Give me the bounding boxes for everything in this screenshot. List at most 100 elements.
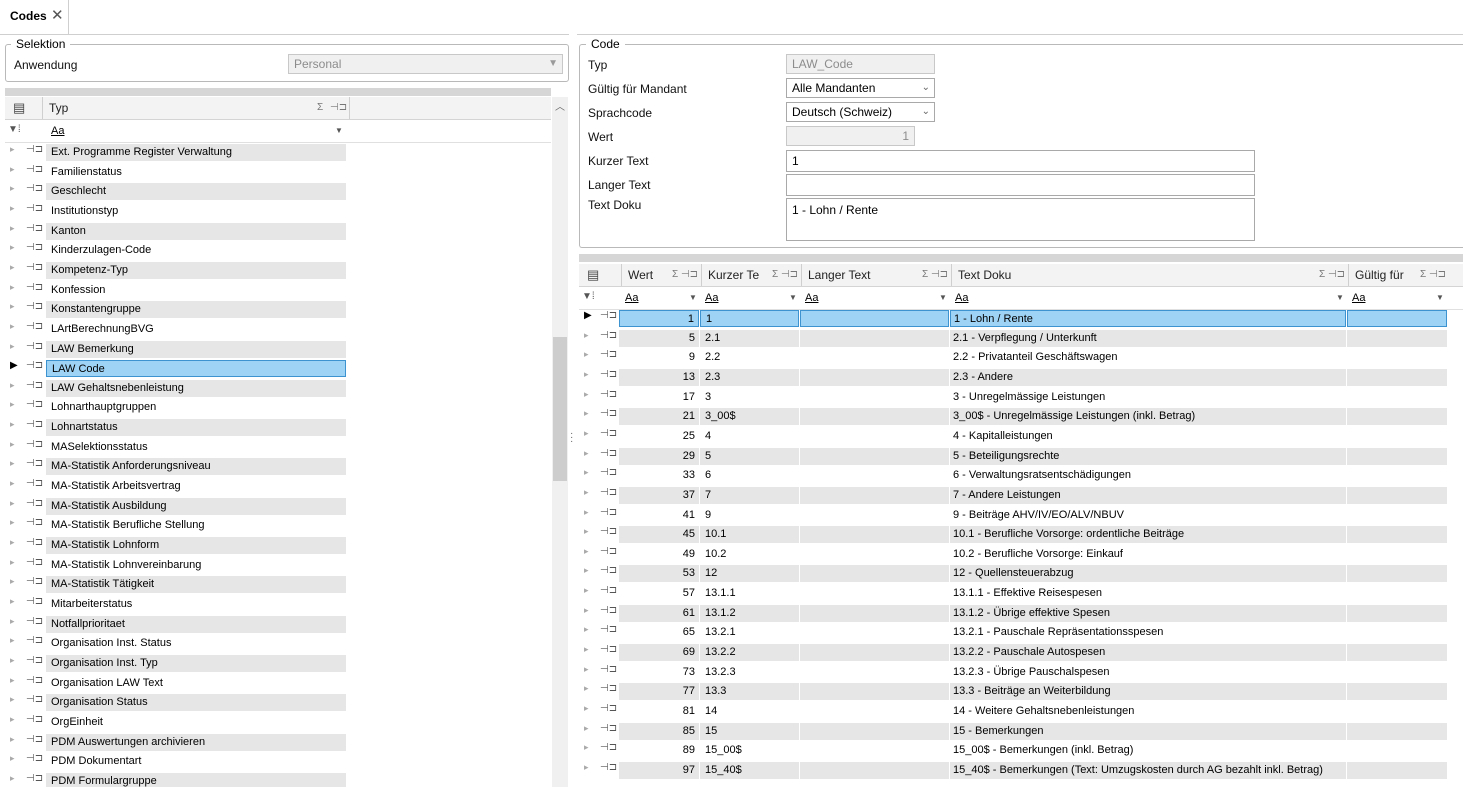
langer-text-cell[interactable] [800, 408, 949, 426]
pin-icon[interactable]: ⊣⊐ [26, 458, 43, 469]
gueltig-fuer-cell[interactable] [1347, 329, 1447, 347]
sigma-icon[interactable]: Σ ⊣⊐ [772, 264, 798, 286]
table-row[interactable]: ▸ ⊣⊐ 81 14 14 - Weitere Gehaltsnebenleistung… [579, 702, 1463, 722]
gueltig-fuer-cell[interactable] [1347, 761, 1447, 779]
typ-cell[interactable]: Ext. Programme Register Verwaltung [46, 144, 346, 161]
table-row[interactable]: ▸ ⊣⊐ 37 7 7 - Andere Leistungen [579, 486, 1463, 506]
langer-text-cell[interactable] [800, 761, 949, 779]
wert-cell[interactable]: 53 [619, 565, 699, 583]
table-row[interactable]: ▸ ⊣⊐ PDM Formulargruppe [5, 772, 551, 787]
kurzer-text-cell[interactable]: 14 [700, 703, 799, 720]
wert-cell[interactable]: 21 [619, 408, 699, 426]
mandant-select[interactable]: Alle Mandanten ⌄ [786, 78, 935, 98]
pin-icon[interactable]: ⊣⊐ [600, 408, 617, 419]
table-row[interactable]: ▸ ⊣⊐ Ext. Programme Register Verwaltung [5, 143, 551, 163]
kurzer-text-cell[interactable]: 7 [700, 486, 799, 504]
langer-text-cell[interactable] [800, 349, 949, 367]
kurzer-text-cell[interactable]: 12 [700, 565, 799, 583]
pin-icon[interactable]: ⊣⊐ [26, 144, 43, 155]
kurzer-text-cell[interactable]: 13.1.1 [700, 585, 799, 603]
langer-text-cell[interactable] [800, 526, 949, 544]
pin-icon[interactable]: ⊣⊐ [26, 360, 43, 371]
kurzer-text-cell[interactable]: 10.1 [700, 526, 799, 544]
typ-cell[interactable]: LAW Code [46, 360, 346, 378]
wert-cell[interactable]: 37 [619, 486, 699, 504]
pin-icon[interactable]: ⊣⊐ [26, 242, 43, 253]
typ-cell[interactable]: Kompetenz-Typ [46, 261, 346, 279]
wert-cell[interactable]: 25 [619, 427, 699, 445]
kurzer-text-cell[interactable]: 13.1.2 [700, 604, 799, 622]
wert-cell[interactable]: 9 [619, 349, 699, 367]
wert-cell[interactable]: 5 [619, 329, 699, 347]
wert-filter-input[interactable]: Aa ▼ [621, 290, 699, 306]
table-row[interactable]: ▸ ⊣⊐ MA-Statistik Lohnvereinbarung [5, 556, 551, 576]
tab-codes[interactable]: Codes ✕ [0, 0, 69, 34]
table-row[interactable]: ▸ ⊣⊐ Lohnarthauptgruppen [5, 398, 551, 418]
pin-icon[interactable]: ⊣⊐ [26, 183, 43, 194]
wert-cell[interactable]: 57 [619, 585, 699, 603]
wert-cell[interactable]: 81 [619, 703, 699, 720]
typ-cell[interactable]: Konstantengruppe [46, 301, 346, 319]
table-row[interactable]: ▸ ⊣⊐ Organisation Status [5, 693, 551, 713]
typ-cell[interactable]: Organisation Inst. Typ [46, 654, 346, 672]
text-doku-cell[interactable]: 2.2 - Privatanteil Geschäftswagen [950, 349, 1346, 367]
pin-icon[interactable]: ⊣⊐ [600, 467, 617, 478]
pin-icon[interactable]: ⊣⊐ [26, 734, 43, 745]
pin-icon[interactable]: ⊣⊐ [26, 223, 43, 234]
table-row[interactable]: ▸ ⊣⊐ Geschlecht [5, 182, 551, 202]
wert-cell[interactable]: 65 [619, 624, 699, 642]
kurz-filter-input[interactable]: Aa ▼ [701, 290, 799, 306]
kurzer-text-cell[interactable]: 5 [700, 447, 799, 465]
gueltig-filter-input[interactable]: Aa ▼ [1348, 290, 1446, 306]
pin-icon[interactable]: ⊣⊐ [600, 389, 617, 400]
wert-cell[interactable]: 41 [619, 506, 699, 524]
gueltig-fuer-cell[interactable] [1347, 388, 1447, 406]
text-doku-cell[interactable]: 13.2.2 - Pauschale Autospesen [950, 644, 1346, 662]
pin-icon[interactable]: ⊣⊐ [600, 703, 617, 714]
kurzer-text-cell[interactable]: 15_40$ [700, 761, 799, 779]
column-chooser-icon[interactable]: ▤ [587, 267, 599, 283]
typ-cell[interactable]: OrgEinheit [46, 713, 346, 731]
table-row[interactable]: ▸ ⊣⊐ Organisation LAW Text [5, 674, 551, 694]
gueltig-fuer-cell[interactable] [1347, 703, 1447, 720]
typ-cell[interactable]: Lohnartstatus [46, 419, 346, 437]
langer-text-cell[interactable] [800, 545, 949, 563]
wert-cell[interactable]: 49 [619, 545, 699, 563]
sigma-icon[interactable]: Σ ⊣⊐ [672, 264, 698, 286]
gueltig-fuer-cell[interactable] [1347, 624, 1447, 642]
langer-text-cell[interactable] [800, 644, 949, 662]
text-doku-cell[interactable]: 5 - Beteiligungsrechte [950, 447, 1346, 465]
text-doku-cell[interactable]: 15_00$ - Bemerkungen (inkl. Betrag) [950, 742, 1346, 760]
table-row[interactable]: ▸ ⊣⊐ 89 15_00$ 15_00$ - Bemerkungen (inkl. B… [579, 741, 1463, 761]
gueltig-fuer-cell[interactable] [1347, 526, 1447, 544]
pin-icon[interactable]: ⊣⊐ [26, 753, 43, 764]
langer-text-cell[interactable] [800, 585, 949, 603]
pin-icon[interactable]: ⊣⊐ [600, 546, 617, 557]
text-doku-cell[interactable]: 1 - Lohn / Rente [950, 310, 1346, 327]
table-row[interactable]: ▸ ⊣⊐ LAW Gehaltsnebenleistung [5, 379, 551, 399]
pin-icon[interactable]: ⊣⊐ [26, 301, 43, 312]
langer-text-cell[interactable] [800, 388, 949, 406]
text-doku-cell[interactable]: 9 - Beiträge AHV/IV/EO/ALV/NBUV [950, 506, 1346, 524]
wert-cell[interactable]: 61 [619, 604, 699, 622]
pin-icon[interactable]: ⊣⊐ [600, 565, 617, 576]
langer-text-cell[interactable] [800, 683, 949, 701]
table-row[interactable]: ▸ ⊣⊐ 53 12 12 - Quellensteuerabzug [579, 564, 1463, 584]
sprachcode-select[interactable]: Deutsch (Schweiz) ⌄ [786, 102, 935, 122]
typ-cell[interactable]: MA-Statistik Berufliche Stellung [46, 517, 346, 535]
text-doku-cell[interactable]: 15_40$ - Bemerkungen (Text: Umzugskosten… [950, 761, 1346, 779]
kurzer-text-cell[interactable]: 13.2.2 [700, 644, 799, 662]
chevron-down-icon[interactable]: ▼ [335, 123, 343, 139]
pin-icon[interactable]: ⊣⊐ [26, 773, 43, 784]
kurzer-text-cell[interactable]: 4 [700, 427, 799, 445]
langer-text-cell[interactable] [800, 565, 949, 583]
kurzer-text-cell[interactable]: 6 [700, 467, 799, 485]
kurzer-text-cell[interactable]: 3_00$ [700, 408, 799, 426]
wert-cell[interactable]: 77 [619, 683, 699, 701]
text-doku-cell[interactable]: 2.1 - Verpflegung / Unterkunft [950, 329, 1346, 347]
filter-icon[interactable]: ▼⁞ [582, 291, 595, 302]
typ-cell[interactable]: MA-Statistik Lohnform [46, 537, 346, 554]
typ-cell[interactable]: Lohnarthauptgruppen [46, 399, 346, 417]
text-doku-textarea[interactable]: 1 - Lohn / Rente [786, 198, 1255, 241]
table-row[interactable]: ▸ ⊣⊐ 33 6 6 - Verwaltungsratsentschädigungen [579, 466, 1463, 486]
